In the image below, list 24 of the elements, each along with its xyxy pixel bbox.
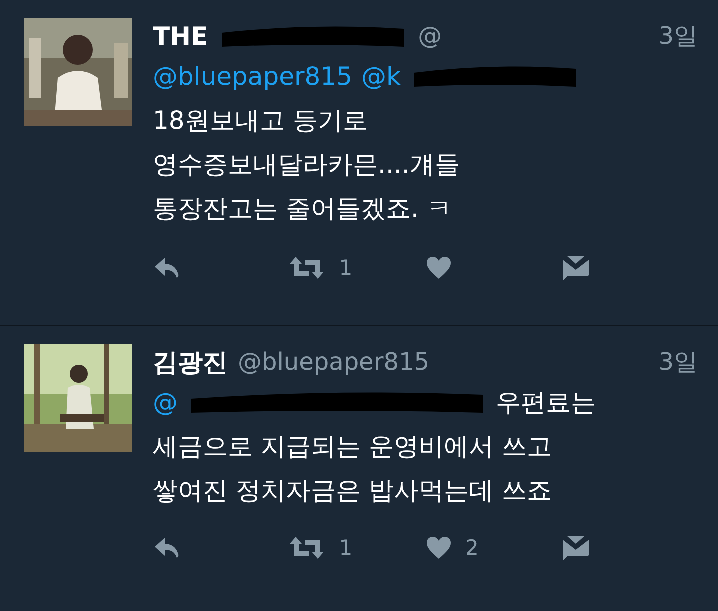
retweet-count: 1 [339,536,353,560]
author-name[interactable]: 김광진 [153,346,228,378]
author-handle[interactable]: @bluepaper815 [238,348,430,376]
tweet-text: 영수증보내달라카믄....걔들 [153,148,460,180]
retweet-icon[interactable] [289,536,326,560]
author-name[interactable]: THE [153,22,208,50]
tweet-text: 우편료는 [496,386,596,418]
tweet-text: 세금으로 지급되는 운영비에서 쓰고 [153,430,552,462]
mention-link[interactable]: @ [153,388,178,416]
message-icon[interactable] [562,535,590,561]
author-handle[interactable]: @ [418,22,442,50]
tweet-text: 통장잔고는 줄어들겠죠. ㅋ [153,192,452,224]
heart-icon[interactable] [426,256,452,280]
tweet-time: 3일 [658,347,698,378]
message-icon[interactable] [562,255,590,281]
tweet-time: 3일 [658,21,698,52]
like-count: 2 [466,536,479,560]
tweet-text: 18원보내고 등기로 [153,104,368,136]
mention-link[interactable]: @bluepaper815 [153,62,352,90]
retweet-count: 1 [339,256,353,280]
tweet-text: 쌓여진 정치자금은 밥사먹는데 쓰죠 [153,474,552,506]
mention-link[interactable]: @k [361,62,401,90]
retweet-icon[interactable] [289,256,326,280]
heart-icon[interactable] [426,536,452,560]
